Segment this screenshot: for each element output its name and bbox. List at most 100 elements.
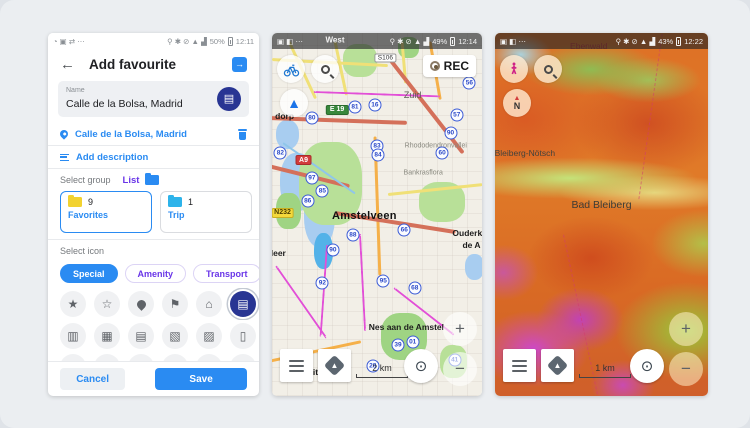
address-row[interactable]: Calle de la Bolsa, Madrid: [48, 123, 259, 145]
category-chip[interactable]: Transport: [193, 264, 259, 283]
route-shield: 39: [392, 339, 405, 352]
my-location-button[interactable]: ⊙: [630, 349, 664, 383]
category-chip[interactable]: Special: [60, 264, 118, 283]
favourite-icon-option[interactable]: ⌂: [196, 291, 222, 317]
group-card-favorites[interactable]: 9 Favorites: [60, 191, 152, 233]
route-shield: 90: [326, 244, 339, 257]
category-chip[interactable]: Amenity: [125, 264, 187, 283]
cancel-button[interactable]: Cancel: [60, 368, 125, 390]
hamburger-icon: [512, 365, 527, 367]
favourite-icon-option[interactable]: ⚑: [162, 291, 188, 317]
map-label: Rhododendronvallei: [405, 142, 467, 149]
map-label: de A: [462, 240, 480, 250]
replace-favourite-icon[interactable]: →: [232, 57, 247, 72]
favourite-icon-option[interactable]: ★: [60, 291, 86, 317]
icon-section-header: Select icon: [48, 240, 259, 260]
route-shield: 56: [463, 77, 476, 90]
map-label: Bad Bleiberg: [571, 199, 631, 211]
directions-button[interactable]: ▲: [318, 349, 351, 382]
zoom-out-button[interactable]: −: [669, 352, 703, 386]
route-shield: 86: [301, 195, 314, 208]
route-shield: 57: [450, 109, 463, 122]
battery-percent: 50%: [210, 37, 225, 46]
favourite-icon-option[interactable]: ▯: [230, 323, 256, 349]
favourite-icon-option[interactable]: [94, 354, 120, 361]
group-count: 9: [88, 197, 93, 207]
search-button[interactable]: [311, 55, 339, 83]
favourite-icon-option[interactable]: ☆: [94, 291, 120, 317]
plus-icon: +: [681, 319, 691, 339]
my-location-button[interactable]: ⊙: [404, 349, 438, 383]
profile-bicycle-button[interactable]: [277, 55, 305, 83]
favourite-icon-option[interactable]: [230, 354, 256, 361]
scale-bar: 2 km: [356, 363, 408, 378]
zoom-in-button[interactable]: +: [443, 312, 477, 346]
group-cards: 9 Favorites 1 Trip + Add a: [48, 189, 259, 239]
menu-button[interactable]: [280, 349, 313, 382]
status-left-icons: ◔ ▣ ⇄ ⋯: [53, 37, 85, 46]
status-bar: ▣ ◧ ⋯ ⚲ ✱ ⊘ ▲ ▟ 43% 12:22: [495, 33, 708, 49]
name-input[interactable]: [66, 98, 217, 110]
status-left-icons: ▣ ◧ ⋯: [277, 37, 303, 46]
directions-button[interactable]: ▲: [541, 349, 574, 382]
favourite-icon-option[interactable]: [128, 291, 154, 317]
back-button[interactable]: ←: [60, 56, 75, 73]
folder-icon[interactable]: [145, 175, 159, 185]
group-card-trip[interactable]: 1 Trip: [160, 191, 252, 233]
scale-label: 1 km: [595, 363, 615, 373]
status-left-icons: ▣ ◧ ⋯: [500, 37, 526, 46]
favourite-icon-option[interactable]: ▧: [162, 323, 188, 349]
favourite-icon-option[interactable]: [162, 354, 188, 361]
compass-button[interactable]: ▲ N: [503, 89, 531, 117]
favourite-icon-option[interactable]: [196, 354, 222, 361]
group-section-header: Select group List: [48, 169, 259, 189]
status-right-icons: ⚲ ✱ ⊘ ▲ ▟: [167, 37, 207, 46]
battery-icon: [228, 37, 233, 46]
icon-row-2: ▥ ▦ ▤ ▧ ▨ ▯: [48, 320, 259, 352]
compass-button[interactable]: ▲: [280, 89, 308, 117]
bicycle-icon: [283, 61, 300, 78]
record-label: REC: [444, 59, 469, 73]
favourite-icon-option[interactable]: ▥: [60, 323, 86, 349]
battery-icon: [676, 37, 681, 46]
battery-percent: 43%: [658, 37, 673, 46]
search-button[interactable]: [534, 55, 562, 83]
route-shield: 95: [377, 274, 390, 287]
group-count: 1: [188, 197, 193, 207]
map-label: Zuid: [404, 90, 422, 100]
favourite-icon-option[interactable]: ▤: [128, 323, 154, 349]
delete-address-button[interactable]: [238, 129, 247, 140]
route-shield: 82: [274, 146, 287, 159]
icon-row-3: [48, 352, 259, 361]
favourite-icon-option[interactable]: [60, 354, 86, 361]
menu-button[interactable]: [503, 349, 536, 382]
list-view-button[interactable]: List: [123, 175, 140, 186]
route-shield: 60: [436, 146, 449, 159]
favourite-icon-option[interactable]: [128, 354, 154, 361]
clock: 12:22: [684, 37, 703, 46]
route-shield: 97: [305, 172, 318, 185]
zoom-in-button[interactable]: +: [669, 312, 703, 346]
favourite-icon-option[interactable]: ▨: [196, 323, 222, 349]
name-field-label: Name: [66, 87, 217, 94]
search-icon: [321, 65, 330, 74]
folder-icon: [168, 197, 182, 207]
add-description-label: Add description: [76, 152, 148, 163]
save-button[interactable]: Save: [155, 368, 247, 390]
weather-map-screen: EbenwaldBleiberg-NötschBad Bleiberg ▣ ◧ …: [495, 33, 708, 396]
add-description-button[interactable]: Add description: [48, 146, 259, 168]
map-label: E 19: [326, 105, 348, 115]
compass-arrow-icon: ▲: [287, 96, 301, 110]
map-label: leer: [272, 248, 286, 258]
route-shield: 81: [348, 101, 361, 114]
route-shield: 68: [408, 281, 421, 294]
profile-pedestrian-button[interactable]: [500, 55, 528, 83]
map-label: Ouderk: [452, 228, 482, 238]
minus-icon: −: [681, 359, 691, 379]
favourite-icon-option[interactable]: ▤: [230, 291, 256, 317]
record-widget[interactable]: REC: [423, 55, 476, 77]
hamburger-icon: [289, 365, 304, 367]
zoom-out-button[interactable]: −: [443, 352, 477, 386]
favourite-icon-option[interactable]: ▦: [94, 323, 120, 349]
name-field[interactable]: Name ▤: [58, 81, 249, 117]
